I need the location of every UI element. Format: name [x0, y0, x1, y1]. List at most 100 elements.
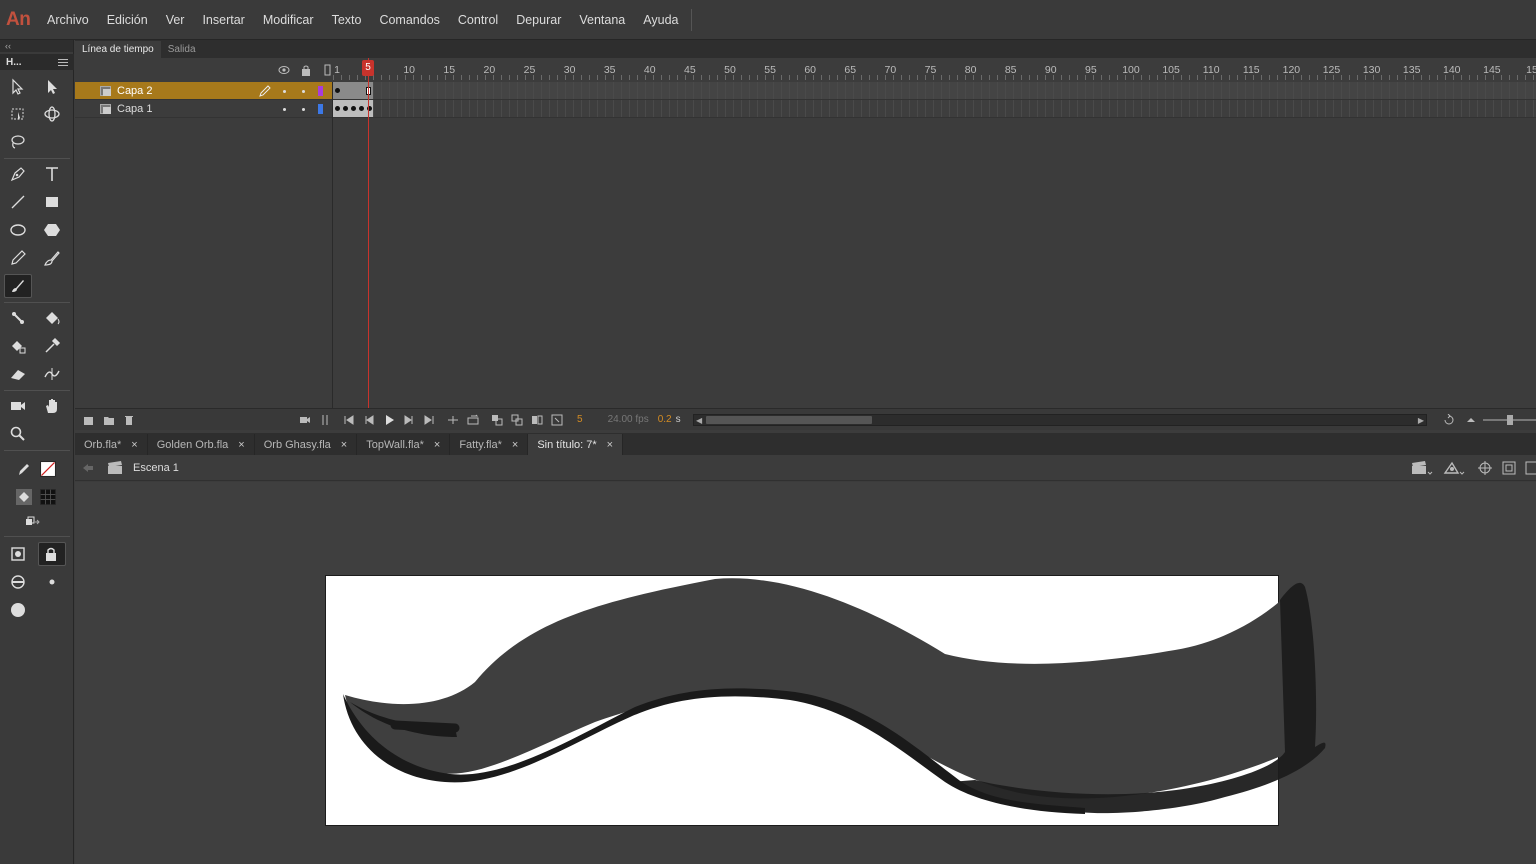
stroke-color-swatch[interactable] [34, 457, 62, 481]
paint-brush-tool-icon[interactable] [38, 246, 66, 270]
line-tool-icon[interactable] [4, 190, 32, 214]
frames-grid[interactable] [333, 82, 1536, 118]
panel-menu-icon[interactable] [58, 58, 68, 66]
first-frame-icon[interactable] [343, 414, 355, 426]
timeline-scrollbar[interactable]: ◀ ▶ [693, 414, 1427, 426]
menu-texto[interactable]: Texto [323, 13, 371, 27]
scene-label[interactable]: Escena 1 [133, 462, 179, 474]
play-icon[interactable] [383, 414, 395, 426]
brush-size-icon[interactable] [38, 570, 66, 594]
eyedropper-tool-icon[interactable] [38, 334, 66, 358]
layer-color-chip[interactable] [318, 104, 323, 114]
zoom-small-icon[interactable] [1465, 414, 1477, 426]
menu-ventana[interactable]: Ventana [570, 13, 634, 27]
close-icon[interactable]: × [512, 439, 518, 451]
pencil-tool-icon[interactable] [4, 246, 32, 270]
menu-insertar[interactable]: Insertar [193, 13, 253, 27]
doc-tab[interactable]: TopWall.fla* × [357, 434, 451, 455]
layer-row[interactable]: Capa 1 [75, 100, 333, 118]
menu-control[interactable]: Control [449, 13, 507, 27]
brush-shape-icon[interactable] [4, 598, 32, 622]
scroll-right-icon[interactable]: ▶ [1418, 416, 1424, 425]
onion-markers-icon[interactable] [551, 414, 563, 426]
swap-colors-icon[interactable] [18, 510, 46, 534]
menu-depurar[interactable]: Depurar [507, 13, 570, 27]
layer-name[interactable]: Capa 1 [117, 103, 152, 115]
lasso-tool-icon[interactable] [4, 130, 32, 154]
fps-readout[interactable]: 24.00 fps [608, 414, 649, 425]
close-icon[interactable]: × [434, 439, 440, 451]
brush-tool-icon[interactable] [4, 274, 32, 298]
pen-tool-icon[interactable] [4, 162, 32, 186]
doc-tab[interactable]: Golden Orb.fla × [148, 434, 255, 455]
zoom-menu-icon[interactable] [1525, 460, 1536, 476]
onion-skin-icon[interactable] [491, 414, 503, 426]
edit-symbol-icon[interactable] [1443, 460, 1465, 476]
lock-fill-icon[interactable] [38, 542, 66, 566]
polystar-tool-icon[interactable] [38, 218, 66, 242]
frame-ruler[interactable]: 1510152025303540455055606570758085909510… [333, 58, 1536, 82]
timeline-zoom-slider[interactable] [1483, 415, 1536, 425]
oval-tool-icon[interactable] [4, 218, 32, 242]
keyframe[interactable] [359, 106, 364, 111]
center-frame-icon[interactable] [467, 414, 479, 426]
close-icon[interactable]: × [341, 439, 347, 451]
zoom-tool-icon[interactable] [4, 422, 32, 446]
doc-tab[interactable]: Orb.fla* × [75, 434, 148, 455]
scroll-thumb[interactable] [706, 416, 872, 424]
delete-layer-icon[interactable] [123, 414, 135, 426]
tools-collapse-button[interactable]: ‹‹ [0, 40, 73, 52]
frame-row[interactable] [333, 82, 1536, 100]
playhead-marker[interactable]: 5 [362, 60, 374, 76]
free-transform-tool-icon[interactable] [4, 102, 32, 126]
camera-toggle-icon[interactable] [299, 414, 311, 426]
doc-tab-active[interactable]: Sin título: 7* × [528, 434, 624, 455]
brush-mode-icon[interactable] [4, 570, 32, 594]
time-readout[interactable]: 0.2 [658, 414, 672, 425]
visibility-dot[interactable] [283, 108, 286, 111]
keyframe[interactable] [335, 88, 340, 93]
close-icon[interactable]: × [238, 439, 244, 451]
loop-playback-icon[interactable] [1443, 413, 1455, 426]
current-frame-readout[interactable]: 5 [577, 414, 583, 425]
keyframe[interactable] [351, 106, 356, 111]
object-drawing-icon[interactable] [4, 542, 32, 566]
hand-tool-icon[interactable] [38, 394, 66, 418]
edit-scene-icon[interactable] [1411, 460, 1433, 476]
frame-row[interactable] [333, 100, 1536, 118]
camera-tool-icon[interactable] [4, 394, 32, 418]
loop-icon[interactable] [447, 414, 459, 426]
scroll-left-icon[interactable]: ◀ [696, 416, 702, 425]
width-tool-icon[interactable] [38, 362, 66, 386]
bone-tool-icon[interactable] [4, 306, 32, 330]
text-tool-icon[interactable] [38, 162, 66, 186]
slider-handle[interactable] [1507, 415, 1513, 425]
prev-frame-icon[interactable] [363, 414, 375, 426]
tab-output[interactable]: Salida [161, 41, 203, 58]
playhead[interactable] [368, 58, 369, 408]
close-icon[interactable]: × [607, 439, 613, 451]
menu-edicion[interactable]: Edición [98, 13, 157, 27]
new-folder-icon[interactable] [103, 414, 115, 426]
3d-rotation-tool-icon[interactable] [38, 102, 66, 126]
layer-color-chip[interactable] [318, 86, 323, 96]
keyframe[interactable] [335, 106, 340, 111]
paint-bucket-tool-icon[interactable] [38, 306, 66, 330]
eraser-tool-icon[interactable] [4, 362, 32, 386]
subselection-tool-icon[interactable] [38, 75, 66, 99]
visibility-dot[interactable] [283, 90, 286, 93]
new-layer-icon[interactable] [83, 414, 95, 426]
stage-area[interactable] [75, 482, 1536, 864]
layer-row[interactable]: Capa 2 [75, 82, 333, 100]
menu-comandos[interactable]: Comandos [370, 13, 448, 27]
lock-dot[interactable] [302, 108, 305, 111]
onion-outline-icon[interactable] [511, 414, 523, 426]
lock-icon[interactable] [300, 64, 312, 76]
layer-name[interactable]: Capa 2 [117, 85, 152, 97]
fill-color-swatch[interactable] [34, 485, 62, 509]
tab-timeline[interactable]: Línea de tiempo [75, 41, 161, 58]
eye-icon[interactable] [278, 64, 290, 76]
doc-tab[interactable]: Fatty.fla* × [450, 434, 529, 455]
menu-ayuda[interactable]: Ayuda [634, 13, 687, 27]
doc-tab[interactable]: Orb Ghasy.fla × [255, 434, 358, 455]
